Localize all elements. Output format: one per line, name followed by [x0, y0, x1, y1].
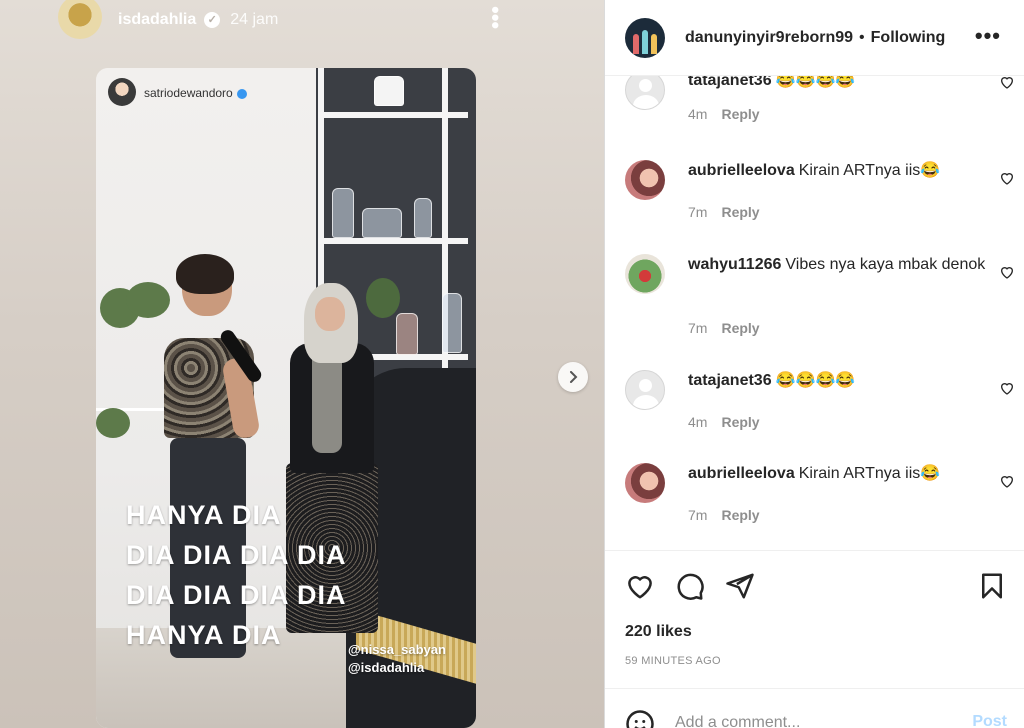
reply-button[interactable]: Reply: [721, 204, 759, 220]
bookmark-icon[interactable]: [977, 571, 1007, 601]
heart-icon[interactable]: [999, 380, 1015, 396]
like-heart-icon[interactable]: [625, 571, 655, 601]
verified-badge-icon: ✓: [204, 12, 221, 28]
heart-icon[interactable]: [999, 170, 1015, 186]
comment-text: Vibes nya kaya mbak denok: [785, 256, 986, 273]
comment-time: 7m: [688, 320, 708, 336]
lyric-line: HANYA DIA: [126, 500, 282, 530]
post-media[interactable]: isdadahlia ✓ 24 jam ••• satriodewandoro …: [0, 0, 604, 728]
comment-username[interactable]: tatajanet36: [688, 76, 772, 89]
default-avatar-icon[interactable]: [625, 370, 665, 410]
comment-meta: 4m Reply: [688, 106, 760, 122]
comment-time: 7m: [688, 507, 708, 523]
comment-username[interactable]: aubrielleelova: [688, 162, 795, 179]
add-comment-bar: Post: [605, 688, 1024, 728]
comment-time: 7m: [688, 204, 708, 220]
photo-avatar[interactable]: [625, 160, 665, 200]
reply-button[interactable]: Reply: [721, 414, 759, 430]
emoji-icon[interactable]: [625, 709, 655, 728]
comment-username[interactable]: tatajanet36: [688, 372, 772, 389]
heart-icon[interactable]: [999, 264, 1015, 280]
inner-avatar: [108, 78, 136, 106]
lyrics-text: HANYA DIA DIA DIA DIA DIA DIA DIA DIA DI…: [126, 495, 347, 655]
photo-avatar[interactable]: [625, 254, 665, 294]
glass-decor: [396, 313, 418, 355]
comment-time: 4m: [688, 414, 708, 430]
post-header: danunyinyir9reborn99 • Following •••: [605, 0, 1024, 76]
comment-text: 😂😂😂😂: [775, 372, 856, 389]
next-slide-button[interactable]: [558, 362, 588, 392]
story-username[interactable]: isdadahlia: [118, 11, 196, 29]
reply-button[interactable]: Reply: [721, 106, 759, 122]
plant: [96, 408, 130, 438]
photo-avatar[interactable]: [625, 463, 665, 503]
reposted-video: satriodewandoro HANYA DIA DIA DIA DIA DI…: [96, 68, 476, 728]
lyric-line: DIA DIA DIA DIA: [126, 540, 347, 570]
comment-input[interactable]: [675, 711, 955, 728]
comment-text: Kirain ARTnya iis😂: [798, 162, 941, 179]
lyric-line: DIA DIA DIA DIA: [126, 580, 347, 610]
comment-time: 4m: [688, 106, 708, 122]
chevron-right-icon: [570, 371, 578, 383]
glass-decor: [332, 188, 354, 238]
glass-decor: [414, 198, 432, 238]
separator-dot: •: [859, 28, 865, 46]
comment-username[interactable]: aubrielleelova: [688, 465, 795, 482]
share-paper-plane-icon[interactable]: [725, 571, 755, 601]
reply-button[interactable]: Reply: [721, 507, 759, 523]
story-time: 24 jam: [230, 11, 279, 28]
comment-text: Kirain ARTnya iis😂: [798, 465, 941, 482]
comment-meta: 7m Reply: [688, 204, 760, 220]
post-timestamp: 59 MINUTES AGO: [625, 655, 721, 667]
post-more-icon[interactable]: •••: [975, 25, 1001, 47]
default-avatar-icon[interactable]: [625, 76, 665, 110]
glass-decor: [374, 76, 404, 106]
shelf-board: [318, 238, 468, 244]
likes-count[interactable]: 220 likes: [625, 623, 692, 641]
story-header: isdadahlia ✓ 24 jam: [58, 0, 518, 40]
comment-meta: 7m Reply: [688, 507, 760, 523]
post-author-avatar[interactable]: [625, 17, 665, 58]
story-avatar[interactable]: [58, 0, 102, 39]
heart-icon[interactable]: [999, 473, 1015, 489]
shelf-board: [318, 112, 468, 118]
reply-button[interactable]: Reply: [721, 320, 759, 336]
mention-tag: @isdadahlia: [348, 660, 425, 675]
verified-icon: [236, 88, 247, 99]
lyric-line: HANYA DIA: [126, 620, 282, 650]
heart-icon[interactable]: [999, 76, 1015, 90]
mention-tags: @nissa_sabyan @isdadahlia: [348, 641, 446, 677]
glass-decor: [362, 208, 402, 238]
following-button[interactable]: Following: [871, 29, 946, 47]
post-side-panel: danunyinyir9reborn99 • Following ••• tat…: [604, 0, 1024, 728]
comment-meta: 4m Reply: [688, 414, 760, 430]
instagram-post-view: isdadahlia ✓ 24 jam ••• satriodewandoro …: [0, 0, 1024, 728]
inner-username: satriodewandoro: [144, 86, 247, 100]
comments-list[interactable]: tatajanet36 😂😂😂😂 4m Reply aubrielleelova Ki…: [605, 76, 1024, 550]
comment-bubble-icon[interactable]: [675, 571, 705, 601]
glass-decor: [442, 293, 462, 353]
post-comment-button[interactable]: Post: [972, 713, 1007, 728]
story-more-icon[interactable]: •••: [483, 4, 508, 32]
comment-text: 😂😂😂😂: [775, 76, 856, 89]
comment-meta: 7m Reply: [688, 320, 760, 336]
mention-tag: @nissa_sabyan: [348, 642, 446, 657]
post-author-username[interactable]: danunyinyir9reborn99: [685, 29, 853, 47]
comment-username[interactable]: wahyu11266: [688, 256, 781, 273]
post-actions: 220 likes 59 MINUTES AGO: [605, 550, 1024, 688]
